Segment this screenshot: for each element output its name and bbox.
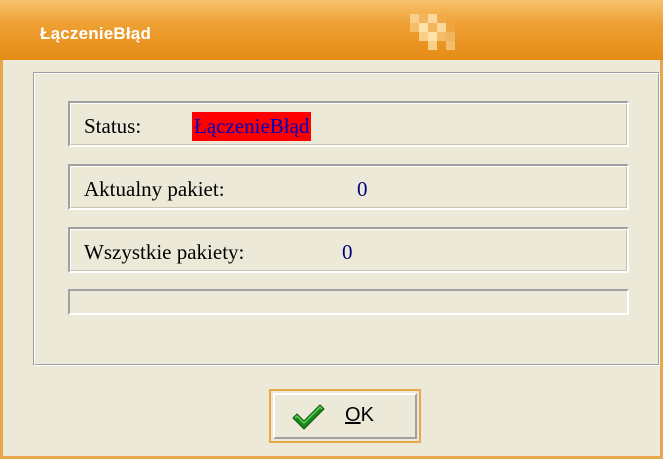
status-row: Status: ŁączenieBłąd <box>68 101 629 147</box>
status-value: ŁączenieBłąd <box>192 112 312 141</box>
dialog-window: ŁączenieBłąd Status: ŁączenieBłąd Aktual… <box>0 0 663 459</box>
title-bar[interactable]: ŁączenieBłąd <box>0 0 663 60</box>
ok-button-label: OK <box>345 404 374 427</box>
current-packet-label: Aktualny pakiet: <box>84 177 225 201</box>
progress-bar <box>68 289 629 315</box>
title-bar-pattern-icon <box>410 14 466 54</box>
all-packets-label: Wszystkie pakiety: <box>84 240 245 264</box>
checkmark-icon <box>292 404 325 430</box>
current-packet-row: Aktualny pakiet: 0 <box>68 164 629 210</box>
all-packets-row: Wszystkie pakiety: 0 <box>68 227 629 273</box>
ok-accelerator: O <box>345 404 361 426</box>
current-packet-value: 0 <box>357 177 368 201</box>
all-packets-value: 0 <box>342 240 353 264</box>
ok-button[interactable]: OK <box>269 389 421 443</box>
status-label: Status: <box>84 114 142 138</box>
ok-label-rest: K <box>360 404 374 426</box>
window-title: ŁączenieBłąd <box>40 24 152 43</box>
